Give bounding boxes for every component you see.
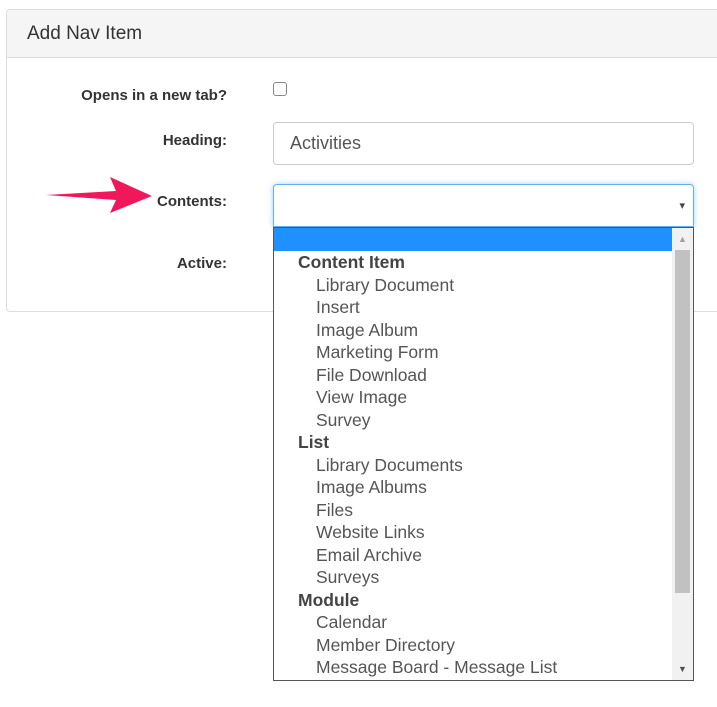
active-label: Active: bbox=[176, 255, 227, 272]
dropdown-option[interactable]: Member Directory bbox=[274, 634, 672, 657]
dropdown-optgroup: List bbox=[298, 432, 330, 452]
dropdown-optgroup: Content Item bbox=[298, 252, 405, 272]
dropdown-selected-empty-option[interactable] bbox=[274, 228, 672, 251]
chevron-down-icon: ▾ bbox=[679, 200, 685, 212]
dropdown-option[interactable]: Insert bbox=[274, 296, 672, 319]
panel-title: Add Nav Item bbox=[7, 10, 717, 58]
dropdown-option[interactable]: Survey bbox=[274, 409, 672, 432]
contents-dropdown-list[interactable]: Content Item Library Document Insert Image … bbox=[273, 227, 694, 681]
dropdown-option[interactable]: Files bbox=[274, 499, 672, 522]
scroll-up-icon[interactable]: ▲ bbox=[672, 230, 693, 248]
dropdown-option[interactable]: Surveys bbox=[274, 566, 672, 589]
heading-label: Heading: bbox=[162, 132, 227, 149]
opens-new-tab-checkbox[interactable] bbox=[273, 82, 287, 96]
dropdown-scrollbar[interactable]: ▲ ▼ bbox=[672, 228, 693, 680]
dropdown-option[interactable]: Website Links bbox=[274, 521, 672, 544]
dropdown-option[interactable]: File Download bbox=[274, 364, 672, 387]
dropdown-option[interactable]: Email Archive bbox=[274, 544, 672, 567]
dropdown-option[interactable]: Library Documents bbox=[274, 454, 672, 477]
contents-select[interactable]: ▾ bbox=[273, 184, 694, 227]
dropdown-options: Content Item Library Document Insert Image … bbox=[274, 251, 672, 679]
dropdown-option[interactable]: Calendar bbox=[274, 611, 672, 634]
scrollbar-thumb[interactable] bbox=[675, 250, 690, 593]
dropdown-option[interactable]: View Image bbox=[274, 386, 672, 409]
dropdown-option[interactable]: Message Board - Message List bbox=[274, 656, 672, 679]
heading-input[interactable]: Activities bbox=[273, 122, 694, 165]
arrow-right-icon bbox=[46, 177, 152, 213]
contents-label: Contents: bbox=[157, 193, 227, 210]
dropdown-option[interactable]: Image Albums bbox=[274, 476, 672, 499]
scroll-down-icon[interactable]: ▼ bbox=[672, 660, 693, 678]
dropdown-option[interactable]: Image Album bbox=[274, 319, 672, 342]
dropdown-option[interactable]: Marketing Form bbox=[274, 341, 672, 364]
opens-new-tab-label: Opens in a new tab? bbox=[81, 87, 227, 104]
dropdown-option[interactable]: Library Document bbox=[274, 274, 672, 297]
dropdown-optgroup: Module bbox=[298, 589, 360, 610]
